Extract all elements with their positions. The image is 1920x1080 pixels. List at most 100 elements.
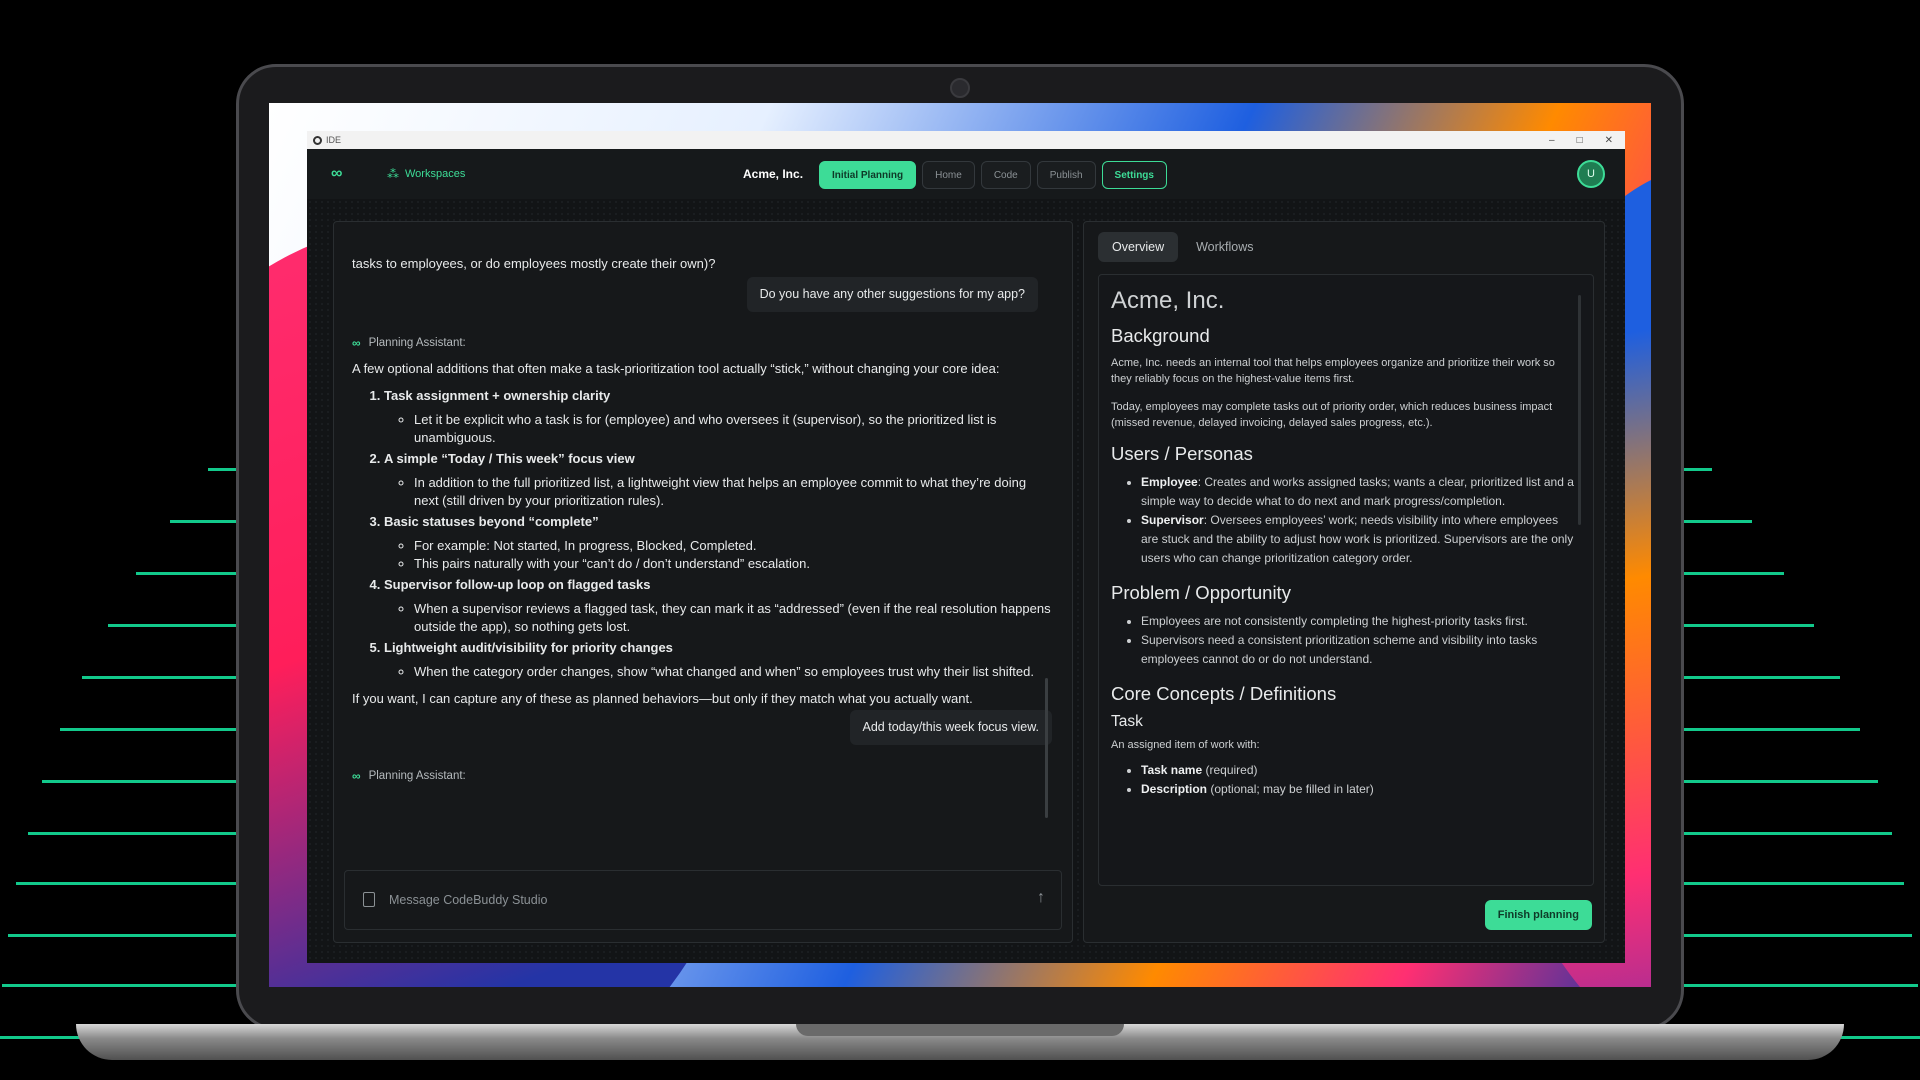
decor-line <box>28 832 238 835</box>
finish-planning-button[interactable]: Finish planning <box>1484 900 1592 930</box>
assistant-icon: ∞ <box>352 336 361 350</box>
decor-line <box>108 624 238 627</box>
company-name: Acme, Inc. <box>743 167 804 181</box>
suggestion-bullet: For example: Not started, In progress, B… <box>414 537 1052 555</box>
section-heading: Users / Personas <box>1111 443 1253 464</box>
decor-line <box>1840 1036 1920 1039</box>
document-scrollbar[interactable] <box>1578 295 1581 525</box>
decor-line <box>16 882 238 885</box>
tab-initial-planning[interactable]: Initial Planning <box>819 161 917 189</box>
decor-line <box>1682 934 1912 937</box>
suggestion-bullet: This pairs naturally with your “can’t do… <box>414 555 1052 573</box>
decor-line <box>208 468 238 471</box>
app-window: IDE – □ ✕ ∞ ⁂ Workspaces Acme, Inc. Init… <box>307 131 1625 963</box>
infinity-logo-icon[interactable]: ∞ <box>331 165 349 183</box>
tab-home[interactable]: Home <box>922 161 975 189</box>
list-item: Employee: Creates and works assigned tas… <box>1141 473 1575 511</box>
persona-name: Employee <box>1141 475 1198 489</box>
suggestion-title: Supervisor follow-up loop on flagged tas… <box>384 577 651 592</box>
suggestion-title: A simple “Today / This week” focus view <box>384 451 635 466</box>
suggestion-title: Task assignment + ownership clarity <box>384 388 611 403</box>
suggestion-list: Task assignment + ownership clarity Let … <box>352 386 1052 681</box>
suggestion-bullet: When a supervisor reviews a flagged task… <box>414 600 1052 636</box>
camera-icon <box>950 78 970 98</box>
workspace-body: tasks to employees, or do employees most… <box>307 199 1625 963</box>
workspaces-label: Workspaces <box>405 168 466 180</box>
suggestion-bullet: Let it be explicit who a task is for (em… <box>414 411 1052 447</box>
persona-name: Supervisor <box>1141 513 1204 527</box>
persona-text: : Oversees employees’ work; needs visibi… <box>1141 513 1574 565</box>
list-item: Task assignment + ownership clarity Let … <box>384 386 1052 447</box>
paragraph: Today, employees may complete tasks out … <box>1111 401 1553 429</box>
decor-line <box>136 572 238 575</box>
attach-file-icon[interactable] <box>363 892 375 907</box>
section-heading: Background <box>1111 325 1210 346</box>
window-title: IDE <box>326 135 342 145</box>
section-heading: Core Concepts / Definitions <box>1111 683 1337 704</box>
assistant-intro: A few optional additions that often make… <box>352 361 1000 376</box>
decor-line <box>1682 468 1712 471</box>
chat-messages: tasks to employees, or do employees most… <box>352 254 1052 786</box>
tab-settings[interactable]: Settings <box>1101 161 1167 189</box>
field-name: Task name <box>1141 763 1203 777</box>
send-arrow-icon[interactable]: ↑ <box>1037 889 1045 907</box>
suggestion-bullet: In addition to the full prioritized list… <box>414 474 1052 510</box>
section-heading: Problem / Opportunity <box>1111 582 1291 603</box>
suggestion-title: Basic statuses beyond “complete” <box>384 514 599 529</box>
decor-line <box>82 676 238 679</box>
suggestion-bullet: When the category order changes, show “w… <box>414 663 1052 681</box>
user-message: Add today/this week focus view. <box>849 710 1052 745</box>
decor-line <box>1682 984 1918 987</box>
message-composer: ↑ <box>344 870 1062 930</box>
decor-line <box>8 934 238 937</box>
assistant-label: Planning Assistant: <box>368 337 466 349</box>
tab-code[interactable]: Code <box>980 161 1031 189</box>
subsection-heading: Task <box>1111 713 1143 730</box>
persona-text: : Creates and works assigned tasks; want… <box>1141 475 1574 508</box>
maximize-button[interactable]: □ <box>1577 135 1583 146</box>
field-name: Description <box>1141 782 1208 796</box>
assistant-header: ∞ Planning Assistant: <box>352 767 1052 786</box>
avatar[interactable]: U <box>1577 160 1605 188</box>
list-item: Basic statuses beyond “complete” For exa… <box>384 512 1052 573</box>
decor-line <box>170 520 238 523</box>
list-item: Lightweight audit/visibility for priorit… <box>384 638 1052 681</box>
chat-scrollbar[interactable] <box>1045 678 1048 818</box>
message-input[interactable] <box>387 885 991 915</box>
nav-tabs: Initial Planning Home Code Publish Setti… <box>819 161 1167 189</box>
decor-line <box>1682 676 1840 679</box>
field-text: (optional; may be filled in later) <box>1207 782 1374 796</box>
workspaces-link[interactable]: ⁂ Workspaces <box>387 167 465 181</box>
list-item: Employees are not consistently completin… <box>1141 612 1575 631</box>
problem-list: Employees are not consistently completin… <box>1111 612 1575 669</box>
overview-document: Acme, Inc. Background Acme, Inc. needs a… <box>1098 274 1594 886</box>
laptop-screen: IDE – □ ✕ ∞ ⁂ Workspaces Acme, Inc. Init… <box>269 103 1651 987</box>
tab-publish[interactable]: Publish <box>1036 161 1096 189</box>
decor-line <box>1682 624 1814 627</box>
app-logo-icon <box>313 135 322 145</box>
minimize-button[interactable]: – <box>1549 135 1555 146</box>
list-item: Task name (required) <box>1141 761 1575 780</box>
tab-overview[interactable]: Overview <box>1098 232 1179 262</box>
assistant-header: ∞ Planning Assistant: <box>352 334 1052 353</box>
panel-tabs: Overview Workflows <box>1098 232 1268 262</box>
assistant-outro: If you want, I can capture any of these … <box>352 691 973 706</box>
workspaces-icon: ⁂ <box>387 167 399 181</box>
decor-line <box>1682 572 1784 575</box>
decor-line <box>2 984 238 987</box>
list-item: Supervisor follow-up loop on flagged tas… <box>384 575 1052 636</box>
decor-line <box>1682 520 1752 523</box>
app-header: ∞ ⁂ Workspaces Acme, Inc. Initial Planni… <box>307 149 1625 200</box>
paragraph: Acme, Inc. needs an internal tool that h… <box>1111 357 1555 385</box>
close-button[interactable]: ✕ <box>1605 135 1613 146</box>
tab-workflows[interactable]: Workflows <box>1182 232 1267 262</box>
decor-line <box>1682 882 1904 885</box>
assistant-icon: ∞ <box>352 769 361 783</box>
chat-panel: tasks to employees, or do employees most… <box>333 221 1073 943</box>
suggestion-title: Lightweight audit/visibility for priorit… <box>384 640 673 655</box>
assistant-label: Planning Assistant: <box>368 770 466 782</box>
paragraph: An assigned item of work with: <box>1111 739 1260 751</box>
decor-line <box>60 728 238 731</box>
list-item: Supervisor: Oversees employees’ work; ne… <box>1141 511 1575 568</box>
laptop-notch <box>796 1024 1124 1036</box>
